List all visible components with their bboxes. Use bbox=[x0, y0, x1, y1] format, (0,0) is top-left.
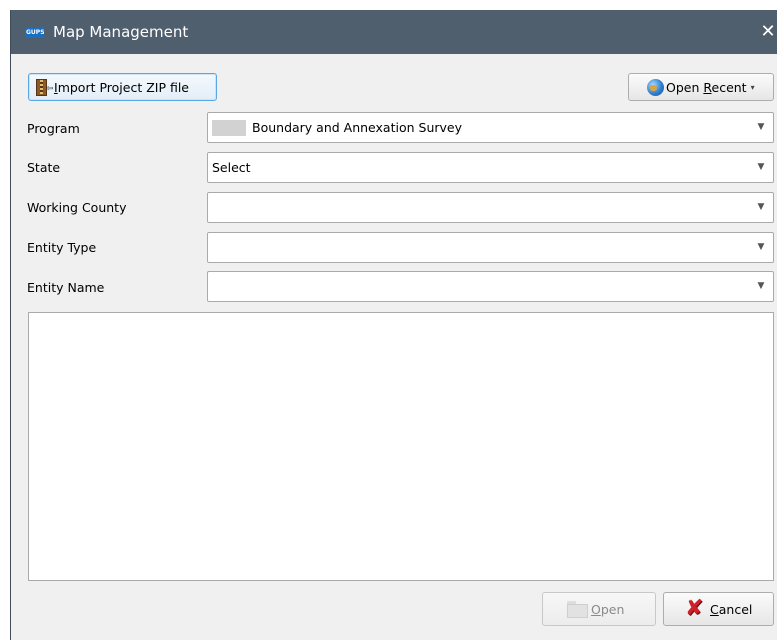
chevron-down-icon: ▾ bbox=[750, 82, 755, 92]
open-recent-label: Open Recent bbox=[666, 79, 747, 95]
program-swatch bbox=[212, 120, 246, 136]
entity-name-select[interactable]: ▼ bbox=[207, 271, 774, 302]
dropdown-arrow-icon[interactable]: ▼ bbox=[749, 233, 773, 262]
state-value: Select bbox=[212, 160, 251, 175]
dropdown-arrow-icon[interactable]: ▼ bbox=[749, 272, 773, 301]
title-bar[interactable]: GUPS Map Management ✕ bbox=[11, 10, 777, 54]
map-management-dialog: GUPS Map Management ✕ ⇦ Import Project Z… bbox=[10, 10, 777, 640]
state-select[interactable]: Select ▼ bbox=[207, 152, 774, 183]
close-icon[interactable]: ✕ bbox=[758, 19, 777, 45]
project-list[interactable] bbox=[28, 312, 774, 581]
globe-icon bbox=[647, 78, 664, 96]
folder-icon bbox=[567, 600, 588, 618]
cancel-button-label: Cancel bbox=[710, 601, 753, 617]
program-label: Program bbox=[27, 121, 80, 136]
program-select[interactable]: Boundary and Annexation Survey ▼ bbox=[207, 112, 774, 143]
import-button-label: Import Project ZIP file bbox=[54, 79, 189, 95]
program-value: Boundary and Annexation Survey bbox=[252, 120, 462, 135]
import-project-zip-button[interactable]: ⇦ Import Project ZIP file bbox=[28, 73, 217, 101]
open-recent-button[interactable]: Open Recent ▾ bbox=[628, 73, 774, 101]
dropdown-arrow-icon[interactable]: ▼ bbox=[749, 153, 773, 182]
app-logo-icon: GUPS bbox=[26, 27, 44, 38]
window-title: Map Management bbox=[53, 23, 189, 41]
zip-archive-icon: ⇦ bbox=[34, 78, 54, 97]
working-county-label: Working County bbox=[27, 200, 127, 215]
open-button-label: Open bbox=[591, 601, 625, 617]
state-label: State bbox=[27, 160, 61, 175]
entity-type-label: Entity Type bbox=[27, 240, 97, 255]
open-button[interactable]: Open bbox=[542, 592, 656, 626]
entity-name-label: Entity Name bbox=[27, 280, 105, 295]
dropdown-arrow-icon[interactable]: ▼ bbox=[749, 193, 773, 222]
red-x-icon: ✘ bbox=[685, 596, 704, 621]
cancel-button[interactable]: ✘ Cancel bbox=[663, 592, 774, 626]
working-county-select[interactable]: ▼ bbox=[207, 192, 774, 223]
entity-type-select[interactable]: ▼ bbox=[207, 232, 774, 263]
dropdown-arrow-icon[interactable]: ▼ bbox=[749, 113, 773, 142]
